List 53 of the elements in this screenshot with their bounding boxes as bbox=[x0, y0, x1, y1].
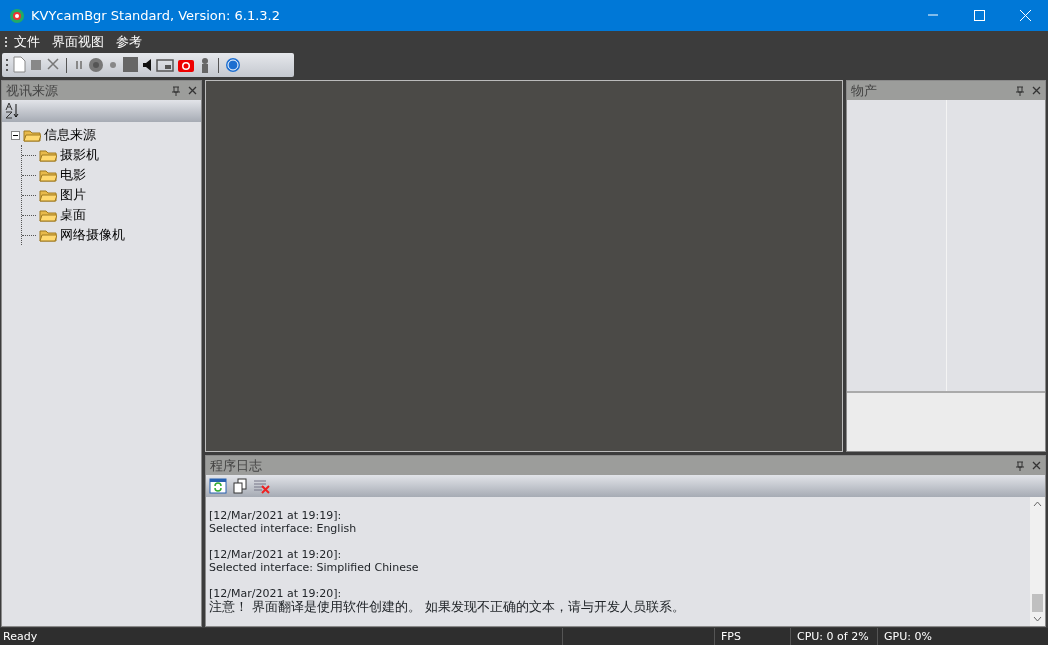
folder-icon bbox=[39, 148, 57, 162]
panel-title: 物产 bbox=[851, 81, 878, 100]
pin-icon[interactable] bbox=[1015, 460, 1025, 471]
menu-item[interactable]: 参考 bbox=[110, 32, 148, 52]
speaker-icon[interactable] bbox=[141, 56, 153, 74]
status-text: CPU: 0 of 2% bbox=[797, 629, 869, 645]
refresh-icon[interactable] bbox=[209, 478, 227, 494]
folder-icon bbox=[39, 208, 57, 222]
menu-item[interactable]: 文件 bbox=[8, 32, 46, 52]
status-text: Ready bbox=[2, 629, 39, 645]
tree-item[interactable]: 桌面 bbox=[60, 205, 86, 225]
panel-title: 视讯来源 bbox=[6, 81, 59, 100]
pin-icon[interactable] bbox=[1015, 85, 1025, 96]
grip-icon bbox=[5, 56, 9, 74]
copy-icon[interactable] bbox=[233, 478, 247, 494]
clear-log-icon[interactable] bbox=[253, 478, 271, 494]
close-icon[interactable] bbox=[188, 86, 197, 95]
status-text: GPU: 0% bbox=[884, 629, 932, 645]
stop-icon[interactable] bbox=[122, 56, 138, 74]
menu-item[interactable]: 界面视图 bbox=[46, 32, 110, 52]
grip-icon bbox=[4, 36, 8, 48]
new-file-icon[interactable] bbox=[12, 56, 26, 74]
scrollbar[interactable] bbox=[1030, 497, 1045, 626]
tree-item[interactable]: 网络摄像机 bbox=[60, 225, 125, 245]
tree-item[interactable]: 电影 bbox=[60, 165, 86, 185]
folder-icon bbox=[23, 128, 41, 142]
folder-icon bbox=[39, 228, 57, 242]
close-icon[interactable] bbox=[1032, 86, 1041, 95]
collapse-toggle-icon[interactable] bbox=[11, 130, 20, 140]
help-icon[interactable] bbox=[225, 56, 241, 74]
app-logo-icon bbox=[9, 7, 25, 24]
pin-icon[interactable] bbox=[171, 85, 181, 96]
log-message: Selected interface: Simplified Chinese bbox=[209, 561, 420, 574]
folder-icon bbox=[39, 168, 57, 182]
close-icon bbox=[1018, 9, 1032, 22]
sort-az-icon[interactable] bbox=[5, 102, 21, 120]
log-timestamp: [12/Mar/2021 at 19:20]: bbox=[209, 587, 343, 600]
log-timestamp: [12/Mar/2021 at 19:19]: bbox=[209, 509, 343, 522]
close-icon[interactable] bbox=[1032, 461, 1041, 470]
log-message: 注意！ 界面翻译是使用软件创建的。 如果发现不正确的文本，请与开发人员联系。 bbox=[209, 600, 687, 613]
folder-icon bbox=[39, 188, 57, 202]
status-text: FPS bbox=[721, 629, 741, 645]
window-icon[interactable] bbox=[156, 56, 174, 74]
tree-item[interactable]: 信息来源 bbox=[44, 125, 96, 145]
log-timestamp: [12/Mar/2021 at 19:20]: bbox=[209, 548, 343, 561]
panel-title: 程序日志 bbox=[210, 456, 263, 475]
window-title: KVYcamBgr Standard, Version: 6.1.3.2 bbox=[31, 6, 281, 25]
log-message: Selected interface: English bbox=[209, 522, 358, 535]
webcam-icon[interactable] bbox=[88, 56, 104, 74]
tree-item[interactable]: 摄影机 bbox=[60, 145, 99, 165]
tree-item[interactable]: 图片 bbox=[60, 185, 86, 205]
maximize-icon bbox=[972, 9, 986, 22]
scrollbar-thumb[interactable] bbox=[1032, 594, 1043, 612]
